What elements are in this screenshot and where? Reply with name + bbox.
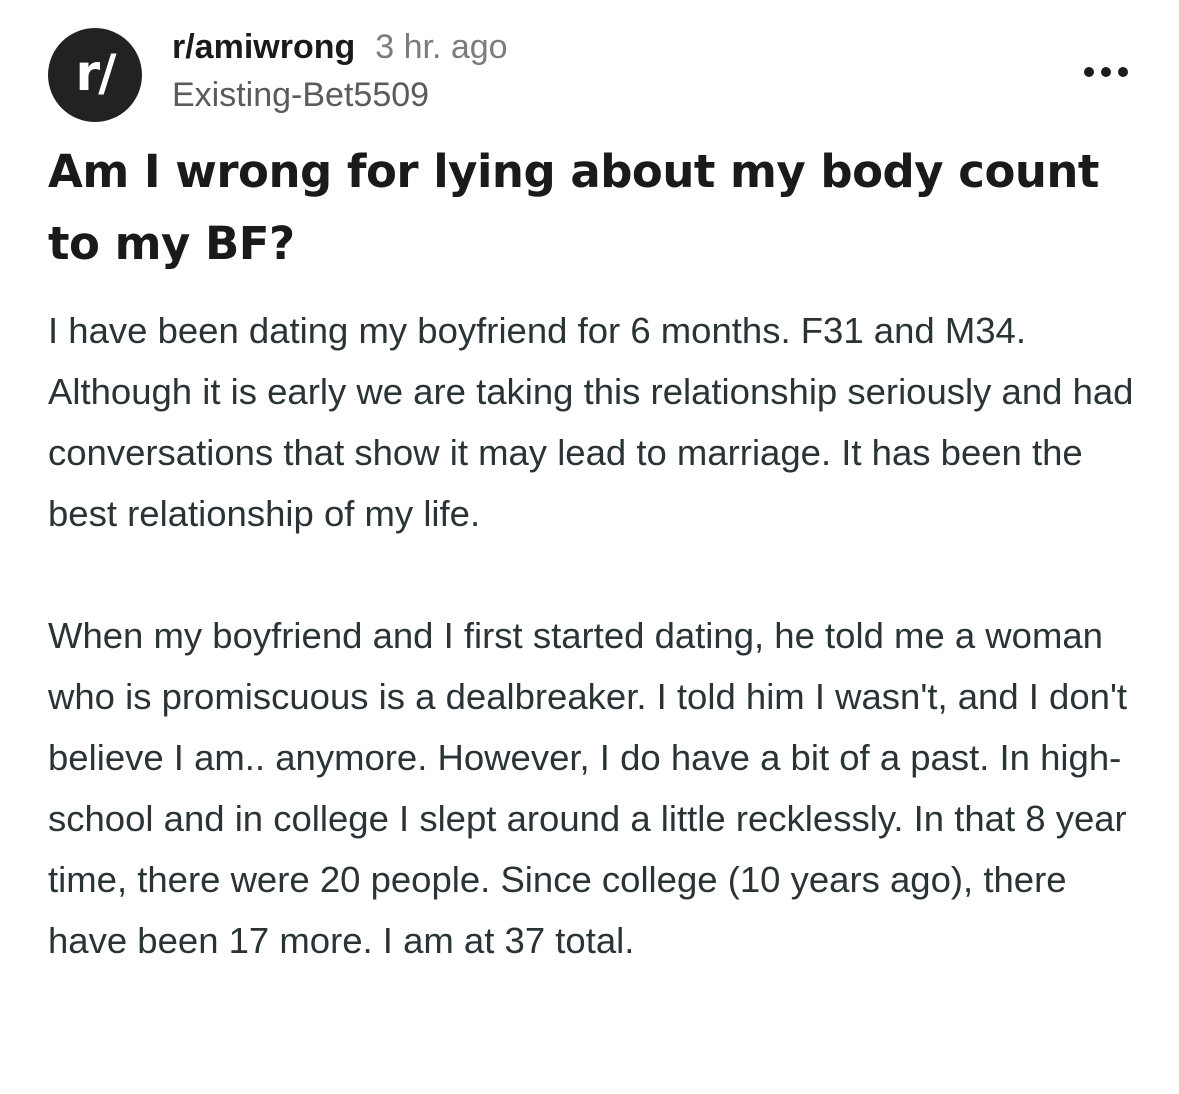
post-title[interactable]: Am I wrong for lying about my body count… <box>48 136 1128 280</box>
more-dot <box>1084 67 1094 77</box>
avatar-glyph: r/ <box>75 44 117 102</box>
post-meta: r/amiwrong 3 hr. ago Existing-Bet5509 <box>172 28 972 115</box>
post-header: r/ r/amiwrong 3 hr. ago Existing-Bet5509 <box>48 28 1138 128</box>
more-dot <box>1118 67 1128 77</box>
post-timestamp: 3 hr. ago <box>375 28 508 66</box>
post-body: I have been dating my boyfriend for 6 mo… <box>48 300 1138 971</box>
meta-row: r/amiwrong 3 hr. ago <box>172 28 972 74</box>
subreddit-avatar-icon[interactable]: r/ <box>48 28 142 122</box>
body-paragraph: When my boyfriend and I first started da… <box>48 615 1128 961</box>
more-dot <box>1101 67 1111 77</box>
more-options-icon[interactable] <box>1084 64 1128 80</box>
reddit-post: r/ r/amiwrong 3 hr. ago Existing-Bet5509… <box>0 0 1179 1094</box>
author-link[interactable]: Existing-Bet5509 <box>172 76 972 115</box>
subreddit-link[interactable]: r/amiwrong <box>172 28 355 67</box>
body-paragraph: I have been dating my boyfriend for 6 mo… <box>48 310 1134 534</box>
